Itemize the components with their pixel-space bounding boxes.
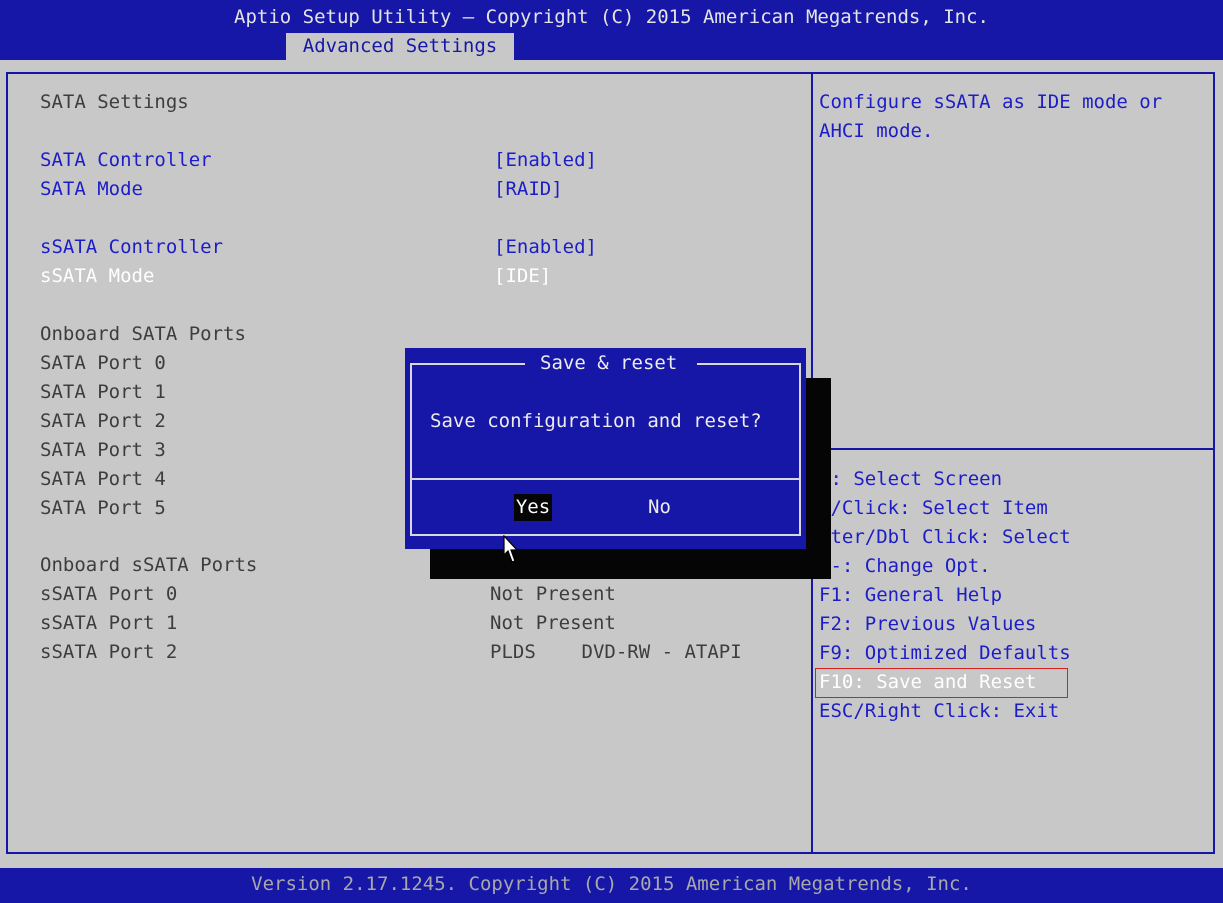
dialog-separator — [410, 478, 801, 480]
mouse-pointer-icon — [503, 535, 519, 563]
ssata-controller-label[interactable]: sSATA Controller — [40, 236, 223, 258]
key-change-opt: /-: Change Opt. — [819, 555, 991, 577]
ssata-port-2-value: PLDS DVD-RW - ATAPI — [490, 641, 742, 663]
ssata-port-1-label: sSATA Port 1 — [40, 612, 178, 634]
key-general-help: F1: General Help — [819, 584, 1003, 606]
onboard-ssata-title: Onboard sSATA Ports — [40, 554, 258, 576]
key-select: nter/Dbl Click: Select — [819, 526, 1071, 548]
no-button[interactable]: No — [648, 494, 671, 521]
sata-mode-value[interactable]: [RAID] — [494, 178, 563, 200]
sata-controller-label[interactable]: SATA Controller — [40, 149, 212, 171]
sata-port-5: SATA Port 5 — [40, 497, 166, 519]
sata-controller-value[interactable]: [Enabled] — [494, 149, 597, 171]
dialog-top-border-right — [697, 363, 801, 365]
sata-port-0: SATA Port 0 — [40, 352, 166, 374]
ssata-mode-value[interactable]: [IDE] — [494, 265, 551, 287]
ssata-port-0-value: Not Present — [490, 583, 616, 605]
key-previous-values: F2: Previous Values — [819, 613, 1037, 635]
sata-port-4: SATA Port 4 — [40, 468, 166, 490]
sata-port-2: SATA Port 2 — [40, 410, 166, 432]
key-select-item: ↓/Click: Select Item — [819, 497, 1048, 519]
tab-advanced-settings[interactable]: Advanced Settings — [286, 33, 514, 60]
dialog-message: Save configuration and reset? — [430, 410, 762, 432]
key-exit: ESC/Right Click: Exit — [819, 700, 1060, 722]
app-title: Aptio Setup Utility – Copyright (C) 2015… — [234, 6, 989, 28]
help-text-line-1: Configure sSATA as IDE mode or — [819, 91, 1163, 113]
f10-highlight-box — [815, 668, 1068, 698]
dialog-top-border-left — [410, 363, 525, 365]
yes-button[interactable]: Yes — [514, 494, 552, 521]
sata-port-3: SATA Port 3 — [40, 439, 166, 461]
help-divider — [813, 448, 1215, 450]
version-text: Version 2.17.1245. Copyright (C) 2015 Am… — [251, 873, 972, 895]
section-title: SATA Settings — [40, 91, 189, 113]
key-select-screen: +: Select Screen — [819, 468, 1003, 490]
dialog-title: Save & reset — [540, 352, 678, 374]
ssata-controller-value[interactable]: [Enabled] — [494, 236, 597, 258]
sata-port-1: SATA Port 1 — [40, 381, 166, 403]
sata-mode-label[interactable]: SATA Mode — [40, 178, 143, 200]
key-optimized-defaults: F9: Optimized Defaults — [819, 642, 1071, 664]
ssata-mode-label[interactable]: sSATA Mode — [40, 265, 154, 287]
dialog-border — [410, 363, 801, 536]
onboard-sata-title: Onboard SATA Ports — [40, 323, 246, 345]
ssata-port-2-label: sSATA Port 2 — [40, 641, 178, 663]
ssata-port-0-label: sSATA Port 0 — [40, 583, 178, 605]
ssata-port-1-value: Not Present — [490, 612, 616, 634]
help-text-line-2: AHCI mode. — [819, 120, 934, 142]
